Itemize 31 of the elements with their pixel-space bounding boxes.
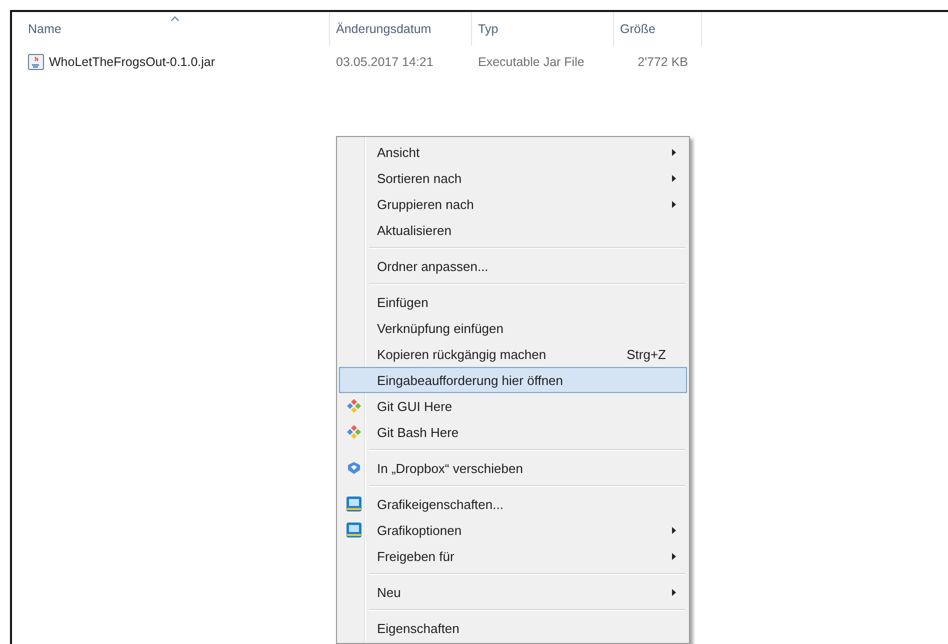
menu-item[interactable]: Sortieren nach bbox=[339, 165, 687, 191]
file-name[interactable]: WhoLetTheFrogsOut-0.1.0.jar bbox=[49, 55, 216, 69]
jar-file-icon bbox=[28, 54, 44, 70]
date-cell: 03.05.2017 14:21 bbox=[336, 55, 434, 69]
box-icon bbox=[347, 461, 361, 475]
menu-item[interactable]: Git GUI Here bbox=[339, 393, 687, 419]
menu-item[interactable]: Gruppieren nach bbox=[339, 191, 687, 217]
menu-item[interactable]: Ordner anpassen... bbox=[339, 253, 687, 279]
menu-item[interactable]: Freigeben für bbox=[339, 543, 687, 569]
column-header[interactable]: Änderungsdatum bbox=[330, 12, 472, 46]
type-cell: Executable Jar File bbox=[478, 55, 584, 69]
menu-item[interactable]: Git Bash Here bbox=[339, 419, 687, 445]
menu-item[interactable]: Grafikoptionen bbox=[339, 517, 687, 543]
menu-item[interactable]: Grafikeigenschaften... bbox=[339, 491, 687, 517]
column-header[interactable]: Name bbox=[12, 12, 330, 46]
column-header[interactable]: Typ bbox=[472, 12, 614, 46]
menu-item[interactable]: Aktualisieren bbox=[339, 217, 687, 243]
menu-item[interactable]: Ansicht bbox=[339, 139, 687, 165]
menu-item[interactable]: Eingabeaufforderung hier öffnen bbox=[339, 367, 687, 393]
menu-item[interactable]: Eigenschaften bbox=[339, 615, 687, 641]
menu-item[interactable]: In „Dropbox“ verschieben bbox=[339, 455, 687, 481]
size-cell: 2'772 KB bbox=[638, 55, 688, 69]
diamond-icon bbox=[346, 398, 362, 414]
menu-item[interactable]: Verknüpfung einfügen bbox=[339, 315, 687, 341]
monitor-icon bbox=[346, 522, 362, 538]
menu-item[interactable]: Neu bbox=[339, 579, 687, 605]
monitor-icon bbox=[346, 496, 362, 512]
menu-item[interactable]: Kopieren rückgängig machen Strg+Z bbox=[339, 341, 687, 367]
menu-item[interactable]: Einfügen bbox=[339, 289, 687, 315]
diamond-icon bbox=[346, 424, 362, 440]
column-header[interactable]: Größe bbox=[614, 12, 702, 46]
